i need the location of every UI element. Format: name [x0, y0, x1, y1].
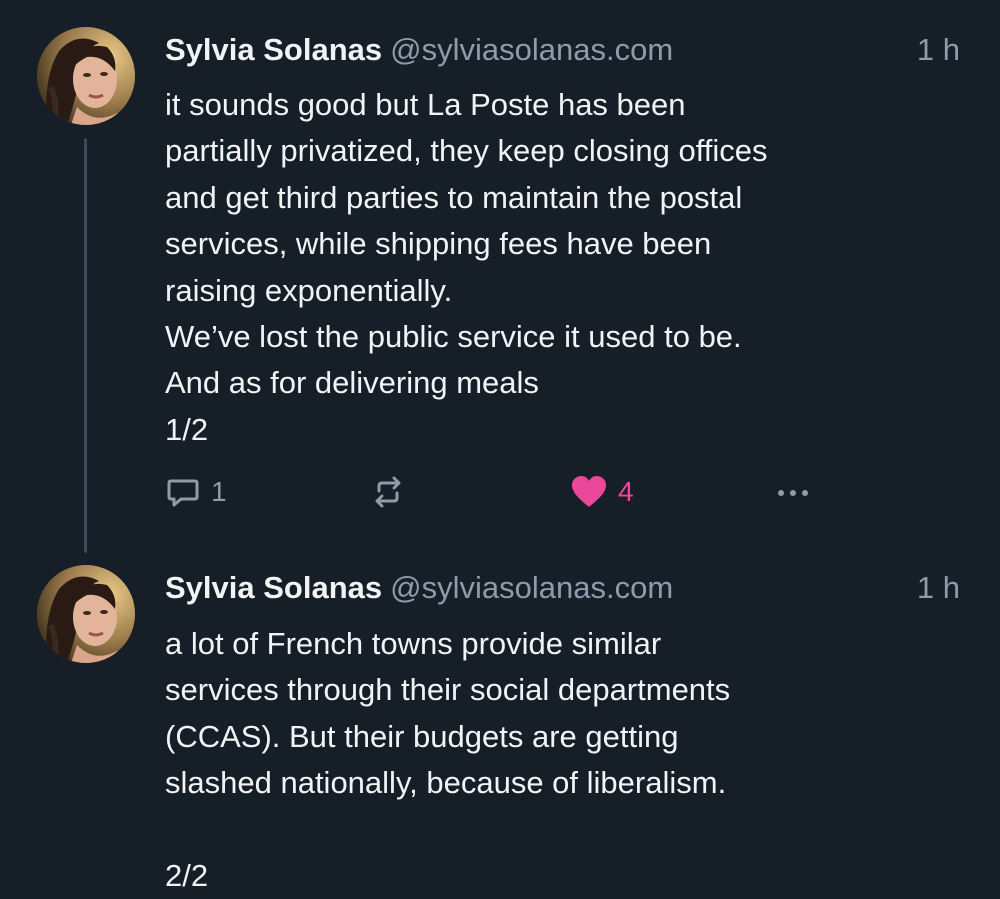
post-2[interactable]: Sylvia Solanas @sylviasolanas.com 1 h a l…: [0, 555, 1000, 899]
thread-line: [84, 138, 87, 553]
reply-count: 1: [211, 476, 227, 507]
post-header: Sylvia Solanas @sylviasolanas.com 1 h: [165, 30, 960, 70]
post-timestamp[interactable]: 1 h: [917, 568, 960, 608]
post-text: it sounds good but La Poste has been par…: [165, 87, 768, 447]
like-button[interactable]: 4: [570, 470, 634, 514]
author-handle[interactable]: @sylviasolanas.com: [390, 32, 673, 67]
post-text: a lot of French towns provide similar se…: [165, 626, 731, 894]
speech-bubble-icon: [165, 474, 201, 510]
ellipsis-icon: [773, 474, 813, 510]
post-header: Sylvia Solanas @sylviasolanas.com 1 h: [165, 568, 960, 608]
author-name[interactable]: Sylvia Solanas: [165, 32, 382, 67]
like-count: 4: [618, 476, 634, 507]
reply-button[interactable]: 1: [165, 470, 227, 514]
heart-icon: [570, 474, 608, 510]
more-options-button[interactable]: [773, 470, 813, 514]
post-timestamp[interactable]: 1 h: [917, 30, 960, 70]
post-1[interactable]: Sylvia Solanas @sylviasolanas.com 1 h it …: [0, 0, 1000, 555]
author-name[interactable]: Sylvia Solanas: [165, 570, 382, 605]
author-avatar[interactable]: [37, 27, 135, 125]
post-actions: 1 4: [165, 470, 825, 514]
repost-arrows-icon: [370, 474, 406, 510]
author-handle[interactable]: @sylviasolanas.com: [390, 570, 673, 605]
author-avatar[interactable]: [37, 565, 135, 663]
repost-button[interactable]: [370, 470, 406, 514]
